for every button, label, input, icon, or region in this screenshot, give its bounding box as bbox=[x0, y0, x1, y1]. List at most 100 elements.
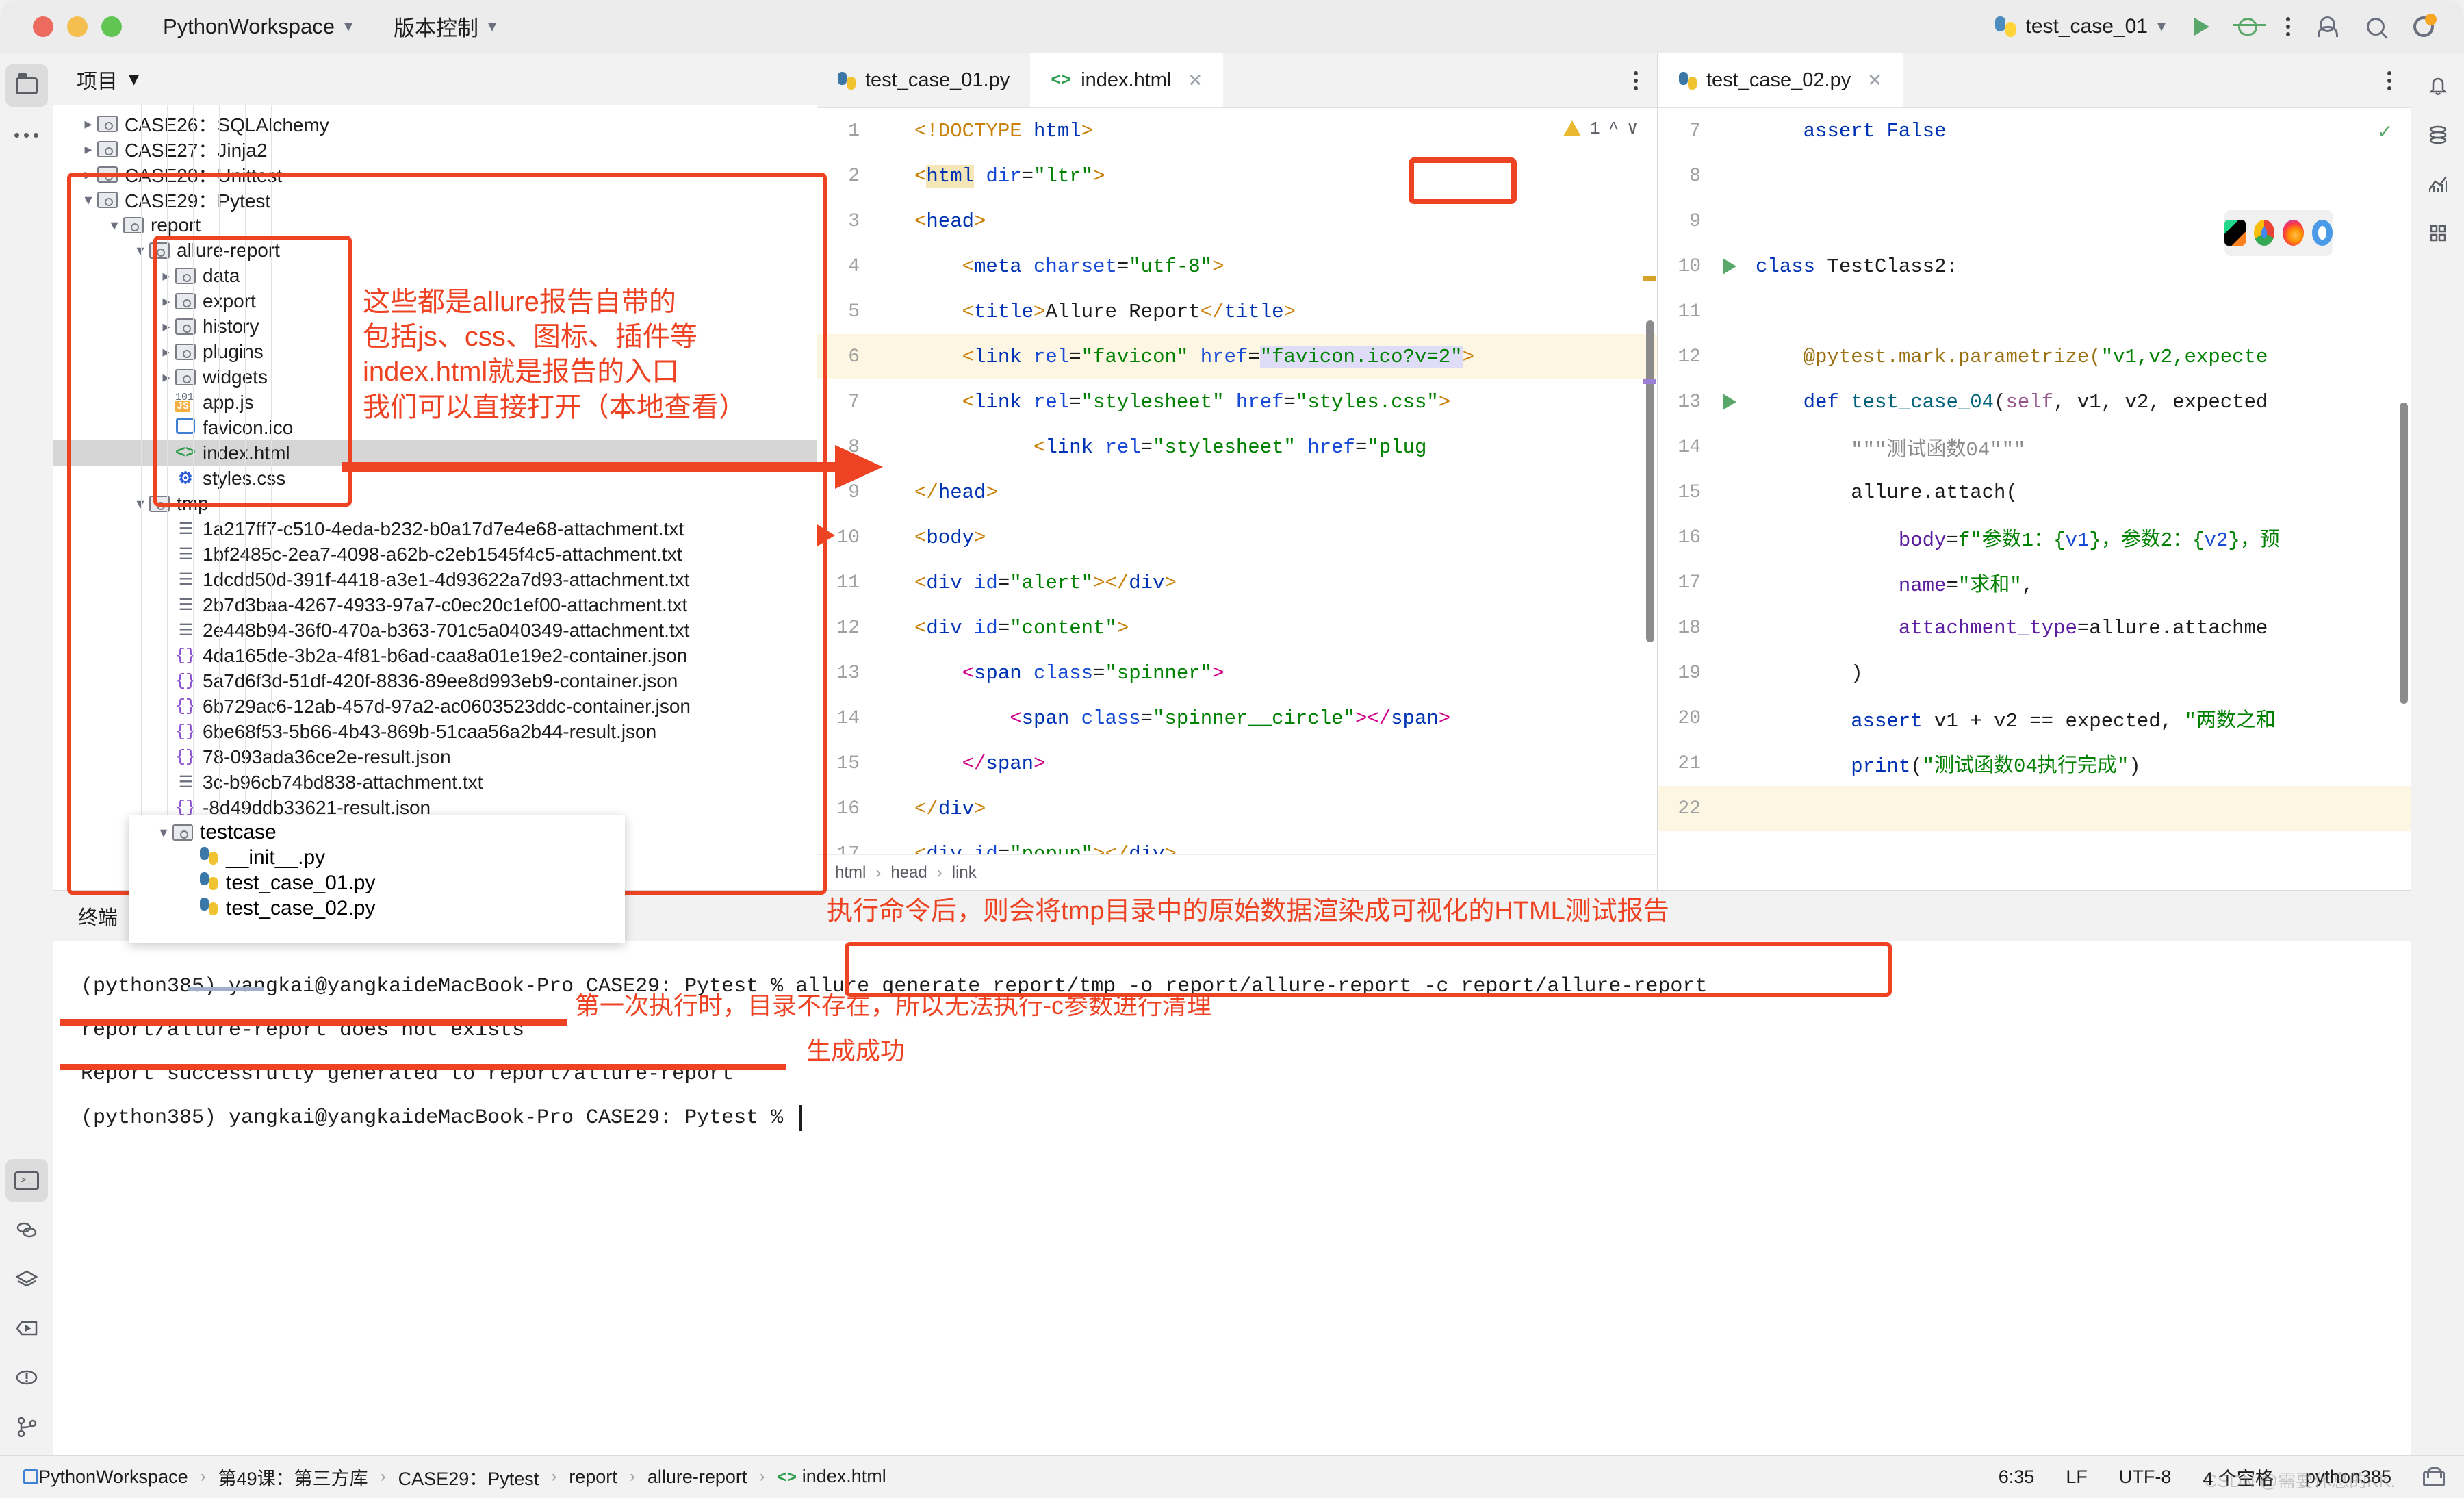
code-line[interactable]: 8 bbox=[1658, 153, 2411, 199]
editor-breadcrumb-left[interactable]: html › head › link bbox=[817, 854, 1657, 890]
code-line[interactable]: 17 name="求和", bbox=[1658, 560, 2411, 605]
browser-open-popup[interactable] bbox=[2224, 210, 2333, 256]
popup-tree-item[interactable]: test_case_01.py bbox=[129, 870, 625, 896]
tree-item[interactable]: ▾ CASE29：Pytest bbox=[53, 187, 817, 212]
code-line[interactable]: 13 <span class="spinner"> bbox=[817, 650, 1657, 696]
breadcrumb-item[interactable]: head bbox=[890, 863, 927, 883]
breadcrumb-item[interactable]: html bbox=[835, 863, 866, 883]
vcs-menu[interactable]: 版本控制 ▾ bbox=[394, 11, 496, 42]
sidebar-item-plugins[interactable] bbox=[2417, 212, 2459, 255]
settings-gear-icon[interactable] bbox=[2413, 13, 2437, 37]
code-line[interactable]: 19 ) bbox=[1658, 650, 2411, 696]
tree-item[interactable]: {} 4da165de-3b2a-4f81-b6ad-caa8a01e19e2-c… bbox=[53, 643, 817, 668]
terminal-output[interactable]: (python385) yangkai@yangkaideMacBook-Pro… bbox=[53, 941, 2411, 1140]
popup-tree-item[interactable]: ▾ testcase bbox=[129, 820, 625, 845]
chevron-right-icon[interactable]: ▸ bbox=[157, 292, 175, 310]
chevron-down-icon[interactable]: ▾ bbox=[131, 495, 149, 513]
pycharm-browser-icon[interactable] bbox=[2224, 220, 2246, 246]
tab-test_case_01[interactable]: test_case_01.py bbox=[817, 53, 1030, 107]
caret-position[interactable]: 6:35 bbox=[1999, 1467, 2035, 1488]
code-line[interactable]: 1 <!DOCTYPE html> bbox=[817, 108, 1657, 153]
code-line[interactable]: 8 <link rel="stylesheet" href="plug bbox=[817, 424, 1657, 470]
code-line[interactable]: 16 body=f"参数1：{v1}，参数2：{v2}，预 bbox=[1658, 515, 2411, 560]
sidebar-item-problems[interactable] bbox=[5, 1356, 48, 1399]
chevron-right-icon[interactable]: ▸ bbox=[157, 343, 175, 361]
inspection-widget[interactable]: ✓ bbox=[2378, 118, 2391, 145]
chevron-right-icon[interactable]: ▸ bbox=[157, 368, 175, 386]
window-controls[interactable] bbox=[33, 16, 122, 37]
code-line[interactable]: 11 <div id="alert"></div> bbox=[817, 560, 1657, 605]
breadcrumb-item[interactable]: CASE29：Pytest bbox=[398, 1464, 539, 1490]
breadcrumb-item[interactable]: report bbox=[569, 1467, 617, 1488]
chevron-right-icon[interactable]: ▸ bbox=[157, 318, 175, 335]
editor-gutter[interactable] bbox=[1715, 394, 1745, 410]
code-line[interactable]: 4 <meta charset="utf-8"> bbox=[817, 244, 1657, 289]
line-separator[interactable]: LF bbox=[2066, 1467, 2088, 1488]
run-line-icon[interactable] bbox=[1723, 258, 1736, 275]
tree-item[interactable]: {} 78-093ada36ce2e-result.json bbox=[53, 744, 817, 770]
debug-button[interactable] bbox=[2233, 17, 2266, 36]
code-line[interactable]: 20 assert v1 + v2 == expected, "两数之和 bbox=[1658, 696, 2411, 741]
code-line[interactable]: 15 </span> bbox=[817, 741, 1657, 786]
chevron-right-icon[interactable]: ▸ bbox=[79, 115, 97, 133]
project-menu[interactable]: PythonWorkspace ▾ bbox=[163, 14, 352, 39]
tree-item[interactable]: ▾ allure-report bbox=[53, 238, 817, 263]
sidebar-item-notifications[interactable] bbox=[2417, 64, 2459, 107]
tree-item[interactable]: ☰ 2b7d3baa-4267-4933-97a7-c0ec20c1ef00-at… bbox=[53, 592, 817, 618]
testcase-folder-popup[interactable]: ▾ testcase __init__.py test_case_01.py test_… bbox=[129, 815, 625, 943]
code-line[interactable]: 5 <title>Allure Report</title> bbox=[817, 289, 1657, 334]
editor-options-button[interactable] bbox=[1634, 53, 1657, 107]
tree-item[interactable]: ☰ 3c-b96cb74bd838-attachment.txt bbox=[53, 770, 817, 795]
close-tab-icon[interactable]: ✕ bbox=[1188, 70, 1203, 91]
breadcrumb[interactable]: PythonWorkspace › 第49课：第三方库 › CASE29：Pytest ›… bbox=[38, 1464, 886, 1490]
chevron-down-icon[interactable]: ▾ bbox=[79, 191, 97, 209]
chevron-down-icon[interactable]: ▾ bbox=[155, 824, 172, 841]
run-line-icon[interactable] bbox=[1723, 394, 1736, 410]
code-line[interactable]: 9 </head> bbox=[817, 470, 1657, 515]
tree-item[interactable]: {} 6b729ac6-12ab-457d-97a2-ac0603523ddc-c… bbox=[53, 694, 817, 719]
editor-gutter[interactable] bbox=[1715, 258, 1745, 275]
project-panel-header[interactable]: 项目 ▾ bbox=[53, 53, 817, 105]
breadcrumb-item[interactable]: PythonWorkspace bbox=[38, 1467, 188, 1488]
firefox-browser-icon[interactable] bbox=[2283, 220, 2304, 246]
file-encoding[interactable]: UTF-8 bbox=[2119, 1467, 2172, 1488]
code-line[interactable]: 17 <div id="popup"></div> bbox=[817, 831, 1657, 855]
code-line[interactable]: 21 print("测试函数04执行完成") bbox=[1658, 741, 2411, 786]
popup-tree-item[interactable]: test_case_02.py bbox=[129, 896, 625, 921]
code-line[interactable]: 10 <body> bbox=[817, 515, 1657, 560]
chevron-right-icon[interactable]: ▸ bbox=[79, 166, 97, 183]
popup-tree-item[interactable]: __init__.py bbox=[129, 845, 625, 870]
chrome-browser-icon[interactable] bbox=[2253, 220, 2274, 246]
code-line[interactable]: 6 <link rel="favicon" href="favicon.ico?… bbox=[817, 334, 1657, 379]
read-only-lock-icon[interactable] bbox=[2423, 1467, 2445, 1486]
tree-item[interactable]: {} 6be68f53-5b66-4b43-869b-51caa56a2b44-r… bbox=[53, 719, 817, 744]
chevron-right-icon[interactable]: ▸ bbox=[157, 267, 175, 285]
code-line[interactable]: 11 bbox=[1658, 289, 2411, 334]
code-line[interactable]: 3 <head> bbox=[817, 199, 1657, 244]
tree-item[interactable]: ▸ CASE26：SQLAlchemy bbox=[53, 111, 817, 136]
close-window-button[interactable] bbox=[33, 16, 53, 37]
breadcrumb-item[interactable]: <> index.html bbox=[777, 1466, 886, 1488]
code-line[interactable]: 13 def test_case_04(self, v1, v2, expect… bbox=[1658, 379, 2411, 424]
code-line[interactable]: 12 @pytest.mark.parametrize("v1,v2,expec… bbox=[1658, 334, 2411, 379]
close-tab-icon[interactable]: ✕ bbox=[1867, 70, 1882, 91]
tree-item[interactable]: ☰ 1a217ff7-c510-4eda-b232-b0a17d7e4e68-at… bbox=[53, 516, 817, 542]
tree-item[interactable]: ▾ report bbox=[53, 212, 817, 238]
chevron-down-icon[interactable]: ▾ bbox=[131, 242, 149, 259]
prev-problem-icon[interactable]: ^ bbox=[1608, 118, 1619, 139]
editor-tab-bar-right[interactable]: test_case_02.py ✕ bbox=[1658, 53, 2411, 108]
code-editor-left[interactable]: 1 ^ ∨ 1 <!DOCTYPE html> 2 <html dir="ltr"> 3… bbox=[817, 108, 1657, 854]
run-button[interactable] bbox=[2194, 17, 2209, 36]
add-user-icon[interactable] bbox=[2318, 16, 2338, 37]
code-line[interactable]: 2 <html dir="ltr"> bbox=[817, 153, 1657, 199]
inspection-widget[interactable]: 1 ^ ∨ bbox=[1563, 118, 1638, 139]
sidebar-item-python-console[interactable] bbox=[5, 1208, 48, 1251]
sidebar-item-services[interactable] bbox=[5, 1258, 48, 1300]
tree-item[interactable]: {} 5a7d6f3d-51df-420f-8836-89ee8d993eb9-c… bbox=[53, 668, 817, 694]
sidebar-item-git[interactable] bbox=[5, 1406, 48, 1448]
code-line[interactable]: 14 """测试函数04""" bbox=[1658, 424, 2411, 470]
tree-item[interactable]: ▸ CASE28：Unittest bbox=[53, 162, 817, 187]
editor-scrollbar[interactable] bbox=[1646, 320, 1654, 642]
code-line[interactable]: 22 bbox=[1658, 786, 2411, 831]
code-line[interactable]: 7 <link rel="stylesheet" href="styles.cs… bbox=[817, 379, 1657, 424]
